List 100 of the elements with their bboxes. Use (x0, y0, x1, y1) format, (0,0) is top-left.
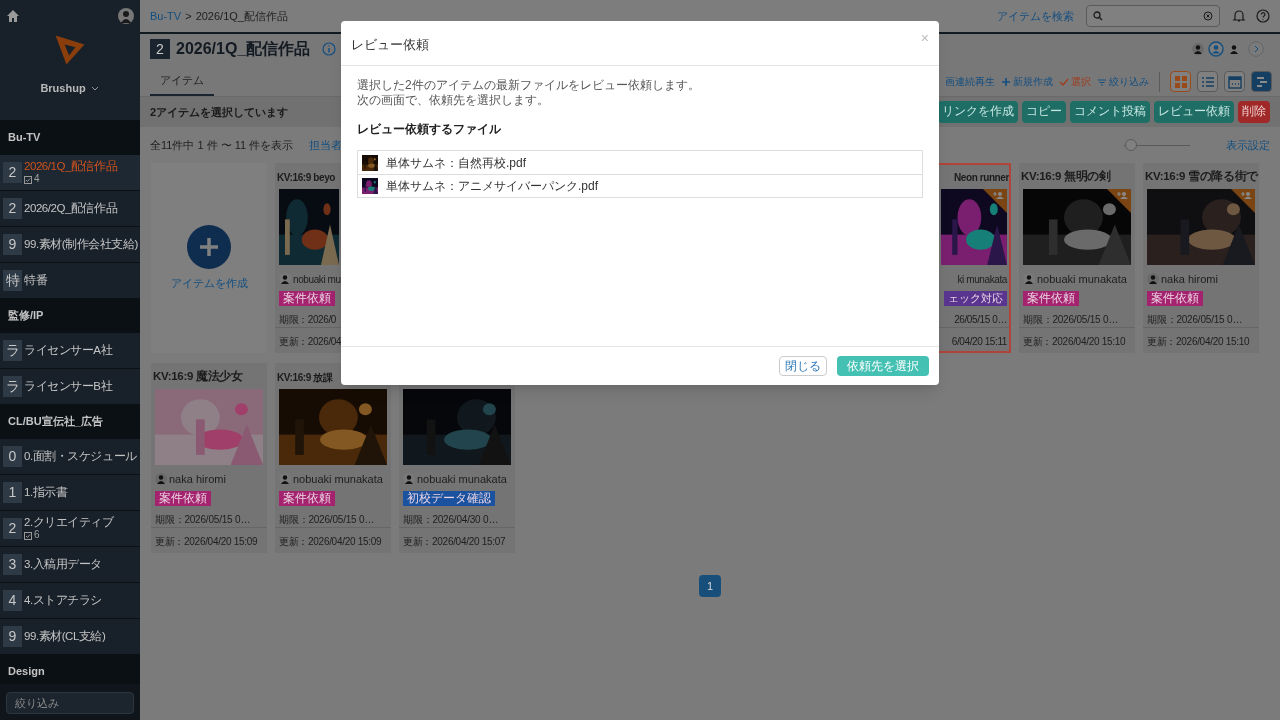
plus-icon (187, 224, 231, 269)
search-icon (1093, 11, 1103, 21)
number-badge: 2 (3, 162, 22, 183)
file-list-heading: レビュー依頼するファイル (357, 121, 502, 138)
sidebar-item-label: 特番 (24, 273, 48, 288)
filter-field[interactable]: 絞り込み (6, 692, 134, 714)
avatar-icon (1147, 273, 1159, 285)
selection-status: 2アイテムを選択しています (150, 104, 289, 120)
due-date: 期限：2026/05/15 0… (155, 513, 251, 527)
dialog-message: 次の画面で、依頼先を選択します。 (357, 93, 550, 108)
sidebar-item-label: 99.素材(制作会社支給) (24, 237, 138, 252)
dialog-message: 選択した2件のアイテムの最新ファイルをレビュー依頼します。 (357, 78, 701, 93)
sidebar-item-label: 2026/2Q_配信作品 (24, 201, 118, 216)
info-icon[interactable] (322, 42, 337, 56)
author-name: nobuaki munakata (293, 471, 383, 487)
check-icon (1059, 76, 1069, 87)
updated-date: 6/04/20 15:11 (951, 335, 1007, 349)
sidebar-item[interactable]: 1 1.指示書 (0, 475, 140, 511)
updated-date: 更新：2026/04/20 15:10 (1147, 335, 1250, 349)
title-badge: 2 (150, 39, 170, 59)
item-card[interactable]: KV:16:9 無明の剣 nobuaki munakata 案件依頼 期限：2026/05/15 0… 更新：2026/04/20 15:10 (1019, 163, 1135, 353)
avatar-icon (1228, 43, 1240, 55)
grid-icon (1173, 74, 1188, 89)
zoom-slider[interactable] (1124, 139, 1190, 151)
updated-date: 更新：2026/04/20 15:10 (1023, 335, 1126, 349)
home-icon[interactable] (6, 9, 20, 23)
result-count: 全11件中 1 件 〜 11 件を表示 (150, 137, 294, 153)
due-date: 期限：2026/0 (279, 313, 336, 327)
number-badge: 特 (3, 270, 22, 291)
action-button[interactable]: コメント投稿 (1070, 101, 1150, 123)
card-title: KV:16:9 beyo (277, 170, 335, 185)
sidebar-item[interactable]: 3 3.入稿用データ (0, 547, 140, 583)
help-icon[interactable] (1256, 9, 1270, 23)
sidebar-item[interactable]: 9 99.素材(制作会社支給) (0, 227, 140, 263)
due-date: 期限：2026/04/30 0… (403, 513, 499, 527)
chevron-right-icon[interactable] (1248, 41, 1264, 57)
avatar-icon[interactable] (118, 8, 134, 24)
sidebar-item-label: ライセンサーA社 (24, 343, 113, 358)
calendar-view-button[interactable] (1224, 71, 1245, 92)
workspace-switcher[interactable]: Brushup (40, 80, 100, 97)
page-button[interactable]: 1 (699, 575, 721, 597)
due-date: 26/05/15 0… (954, 313, 1007, 327)
gantt-view-button[interactable] (1251, 71, 1272, 92)
status-tag: 案件依頼 (1147, 291, 1203, 306)
slider-thumb[interactable] (1124, 139, 1137, 151)
sidebar-item[interactable]: 4 4.ストアチラシ (0, 583, 140, 619)
close-dialog-button[interactable]: 閉じる (779, 356, 827, 376)
search-field[interactable] (1086, 5, 1220, 27)
status-tag: 初校データ確認 (403, 491, 495, 506)
sidebar-item-label: 99.素材(CL支給) (24, 629, 106, 644)
number-badge: 4 (3, 590, 22, 611)
action-button[interactable]: 削除 (1238, 101, 1270, 123)
status-tag: 案件依頼 (279, 491, 335, 506)
list-view-button[interactable] (1197, 71, 1218, 92)
due-date: 期限：2026/05/15 0… (1023, 313, 1119, 327)
number-badge: 2 (3, 518, 22, 539)
action-button[interactable]: レビュー依頼 (1154, 101, 1234, 123)
card-title: KV:16:9 放課 (277, 370, 333, 385)
updated-date: 更新：2026/04 (279, 335, 342, 349)
sidebar-item[interactable]: 2 2026/2Q_配信作品 (0, 191, 140, 227)
calendar-icon (1227, 74, 1242, 89)
action-button[interactable]: リンクを作成 (938, 101, 1018, 123)
notification-bell-icon[interactable] (1232, 9, 1246, 23)
gantt-icon (1254, 74, 1269, 89)
card-title: KV:16:9 魔法少女 (153, 368, 243, 385)
sidebar-section-header: Bu-TV (0, 121, 140, 155)
status-tag: ェック対応 (944, 291, 1007, 306)
item-card[interactable]: KV:16:9 魔法少女 naka hiromi 案件依頼 期限：2026/05/15 0… 更新：2026/04/20 15:09 (151, 363, 267, 553)
checkbox-icon (24, 531, 32, 540)
avatar-icon (155, 473, 167, 485)
updated-date: 更新：2026/04/20 15:09 (279, 535, 382, 549)
sidebar-item-label: 1.指示書 (24, 485, 68, 500)
task-count: 6 (34, 529, 40, 542)
due-date: 期限：2026/05/15 0… (279, 513, 375, 527)
breadcrumb-current: 2026/1Q_配信作品 (195, 8, 288, 24)
item-card[interactable]: KV:16:9 放課 nobuaki munakata 案件依頼 期限：2026/05/15 0… 更新：2026/04/20 15:09 (275, 363, 391, 553)
sidebar-item-label: 0.面割・スケジュール (24, 449, 137, 464)
sidebar-item-label: 2.クリエイティブ (24, 515, 114, 530)
sidebar-item[interactable]: 0 0.面割・スケジュール (0, 439, 140, 475)
card-title: Neon runner (953, 170, 1009, 185)
item-card[interactable]: KV:16:9 雪の降る街で naka hiromi 案件依頼 期限：2026/05/15 0… 更新：2026/04/20 15:10 (1143, 163, 1259, 353)
task-count: 4 (34, 173, 40, 186)
number-badge: 2 (3, 198, 22, 219)
card-title: KV:16:9 無明の剣 (1021, 169, 1111, 185)
grid-view-button[interactable] (1170, 71, 1191, 92)
sidebar-item[interactable]: ラ ライセンサーA社 (0, 333, 140, 369)
card-title: KV:16:9 雪の降る街で (1145, 169, 1259, 185)
author-name: naka hiromi (169, 471, 226, 487)
avatar-icon (279, 273, 291, 285)
breadcrumb-separator: > (185, 8, 192, 24)
action-button[interactable]: コピー (1022, 101, 1066, 123)
avatar-icon (1192, 43, 1204, 55)
clear-icon[interactable] (1203, 11, 1213, 21)
sidebar-section-header: Design (0, 655, 140, 684)
author-name: ki munakata (957, 272, 1007, 287)
avatar-icon (403, 473, 415, 485)
updated-date: 更新：2026/04/20 15:07 (403, 535, 506, 549)
dialog-title: レビュー依頼 (351, 36, 429, 54)
number-badge: 0 (3, 446, 22, 467)
sidebar-item-label: 2026/1Q_配信作品 (24, 159, 118, 174)
